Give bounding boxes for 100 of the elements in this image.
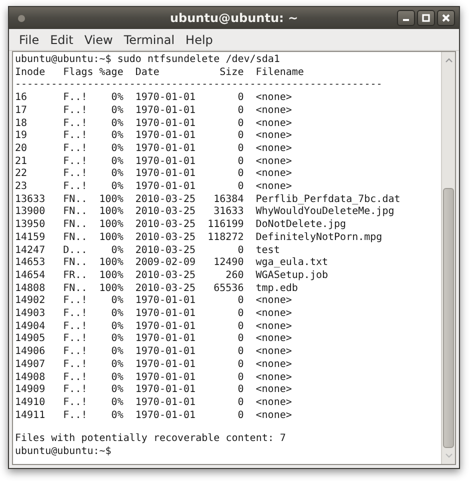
inode-cell-text: 16 <box>15 92 28 105</box>
date-cell-text: 1970-01-01 <box>134 372 196 384</box>
filename-cell-text: <none> <box>254 333 293 346</box>
flags-cell-text: F..! <box>63 168 88 182</box>
close-button[interactable] <box>437 10 455 26</box>
maximize-icon <box>421 13 431 23</box>
flags-cell-text: F..! <box>63 104 88 118</box>
percentage-cell-text: 0% <box>110 410 124 422</box>
maximize-button[interactable] <box>417 10 435 26</box>
flags-cell-text: F..! <box>63 92 88 105</box>
filename-cell-text: <none> <box>254 130 293 143</box>
flags-cell-text: FN.. <box>63 282 88 296</box>
scroll-down-icon[interactable] <box>444 453 452 459</box>
inode-cell-text: 13950 <box>15 219 46 232</box>
size-cell-text: 0 <box>236 168 244 182</box>
flags-cell-text: F..! <box>63 156 88 168</box>
date-cell-text: 2010-03-25 <box>134 282 196 296</box>
command-line: ubuntu@ubuntu:~$ sudo ntfsundelete /dev/sda1 <box>15 54 281 67</box>
filename-cell-text: WGASetup.job <box>254 270 330 283</box>
date-cell-text: 1970-01-01 <box>134 308 196 321</box>
column-header: %age <box>99 66 124 80</box>
window-menu-icon[interactable] <box>18 14 25 22</box>
menu-item[interactable]: Edit <box>50 32 74 46</box>
filename-cell-text: tmp.edb <box>254 282 299 296</box>
inode-cell-text: 14247 <box>15 244 46 258</box>
flags-cell-text: F..! <box>63 295 88 308</box>
size-cell-text: 65536 <box>212 282 244 296</box>
column-header: Flags <box>63 66 94 80</box>
size-cell-text: 0 <box>236 346 244 359</box>
flags-cell-text: F..! <box>63 346 88 359</box>
inode-cell-text: 18 <box>15 118 28 130</box>
size-cell-text: 260 <box>224 270 244 283</box>
size-cell-text: 31633 <box>212 206 244 220</box>
percentage-cell: 100% <box>99 219 124 232</box>
flags-cell-text: F..! <box>63 333 88 346</box>
size-cell-text: 0 <box>236 130 244 143</box>
size-cell-text: 0 <box>236 104 244 118</box>
flags-cell-text: F..! <box>63 142 88 156</box>
size-cell-text: 0 <box>236 410 244 422</box>
percentage-cell-text: 0% <box>110 181 124 194</box>
filename-cell-text: <none> <box>254 168 293 182</box>
menu-item[interactable]: File <box>19 32 40 46</box>
inode-cell-text: 14911 <box>15 410 46 422</box>
percentage-cell: 100% <box>99 257 124 270</box>
filename-cell-text: <none> <box>254 181 293 194</box>
scrollbar[interactable] <box>441 52 455 464</box>
date-cell-text: 1970-01-01 <box>134 92 196 105</box>
column-header: Date <box>134 66 160 80</box>
date-cell-text: 1970-01-01 <box>134 396 196 410</box>
date-cell-text: 1970-01-01 <box>134 142 196 156</box>
flags-cell-text: F..! <box>63 130 88 143</box>
inode-cell-text: 14654 <box>15 270 46 283</box>
menu-item[interactable]: Terminal <box>124 32 175 46</box>
size-cell-text: 16384 <box>212 194 244 206</box>
percentage-cell: 100% <box>99 206 124 220</box>
flags-cell-text: F..! <box>63 181 88 194</box>
filename-cell-text: <none> <box>254 295 293 308</box>
inode-cell-text: 14902 <box>15 295 46 308</box>
scroll-up-icon[interactable] <box>444 57 452 63</box>
percentage-cell-text: 0% <box>110 142 124 156</box>
date-cell-text: 1970-01-01 <box>134 130 196 143</box>
flags-cell-text: FN.. <box>63 219 88 232</box>
date-cell-text: 1970-01-01 <box>134 410 196 422</box>
percentage-cell-text: 0% <box>110 156 124 168</box>
inode-cell-text: 14909 <box>15 384 46 397</box>
size-cell-text: 116199 <box>206 219 244 232</box>
date-cell-text: 1970-01-01 <box>134 181 196 194</box>
inode-cell-text: 14905 <box>15 333 46 346</box>
filename-cell-text: <none> <box>254 410 293 422</box>
date-cell-text: 1970-01-01 <box>134 333 196 346</box>
filename-cell-text: <none> <box>254 372 293 384</box>
inode-cell-text: 14908 <box>15 372 46 384</box>
filename-cell-text: <none> <box>254 320 293 334</box>
date-cell-text: 1970-01-01 <box>134 320 196 334</box>
menu-item[interactable]: Help <box>186 32 213 46</box>
flags-cell-text: F..! <box>63 396 88 410</box>
filename-cell-text: DoNotDelete.jpg <box>254 219 348 232</box>
size-cell-text: 0 <box>236 333 244 346</box>
date-cell-text: 1970-01-01 <box>134 104 196 118</box>
filename-cell-text: <none> <box>254 346 293 359</box>
filename-cell-text: Perflib_Perfdata_7bc.dat <box>254 194 402 206</box>
menu-item[interactable]: View <box>84 32 113 46</box>
percentage-cell-text: 0% <box>110 346 124 359</box>
scrollbar-thumb[interactable] <box>443 188 454 448</box>
percentage-cell-text: 0% <box>110 118 124 130</box>
date-cell-text: 2010-03-25 <box>134 244 196 258</box>
inode-cell-text: 14904 <box>15 320 46 334</box>
percentage-cell-text: 0% <box>110 92 124 105</box>
separator-line: ------------------------------------------------------------- <box>15 79 384 92</box>
window-title: ubuntu@ubuntu: ~ <box>168 11 300 25</box>
column-header: Filename <box>254 66 305 80</box>
minimize-button[interactable] <box>397 10 415 26</box>
inode-cell-text: 21 <box>15 156 28 168</box>
size-cell-text: 12490 <box>212 257 244 270</box>
flags-cell-text: FN.. <box>63 257 88 270</box>
inode-cell-text: 20 <box>15 142 28 156</box>
date-cell-text: 2010-03-25 <box>134 206 196 220</box>
inode-cell-text: 14903 <box>15 308 46 321</box>
filename-cell-text: <none> <box>254 308 293 321</box>
flags-cell-text: FN.. <box>63 194 88 206</box>
